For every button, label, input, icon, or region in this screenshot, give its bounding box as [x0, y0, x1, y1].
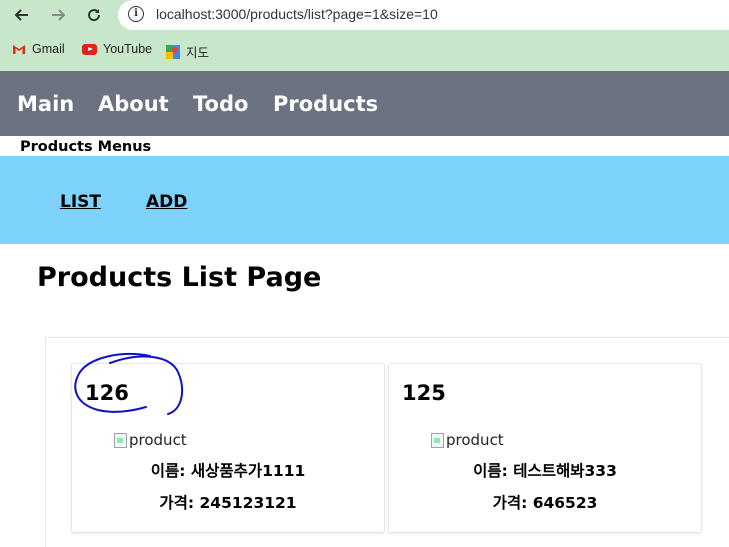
bookmark-label: 지도: [186, 46, 210, 60]
bookmark-label: YouTube: [103, 42, 153, 56]
main-nav: Main About Todo Products: [0, 71, 729, 136]
content-area: Products List Page 126 product 이름: 새상품추가…: [20, 244, 729, 547]
product-card[interactable]: 125 product 이름: 테스트해봐333 가격: 646523: [388, 363, 702, 533]
nav-main-link[interactable]: Main: [17, 92, 74, 116]
products-menus-heading: Products Menus: [20, 139, 152, 155]
forward-arrow-icon[interactable]: [46, 3, 70, 27]
product-price: 가격: 646523: [492, 494, 598, 512]
product-image: product: [431, 431, 504, 449]
product-image: product: [114, 431, 187, 449]
maps-icon: [166, 44, 180, 59]
back-arrow-icon[interactable]: [10, 3, 34, 27]
list-link[interactable]: LIST: [60, 192, 101, 212]
product-price: 가격: 245123121: [159, 494, 297, 512]
product-number: 125: [402, 381, 446, 405]
youtube-icon: [82, 43, 97, 55]
nav-about-link[interactable]: About: [98, 92, 169, 116]
bookmark-maps[interactable]: 지도: [166, 42, 209, 61]
image-alt-text: product: [446, 431, 504, 449]
bookmark-youtube[interactable]: YouTube: [82, 42, 152, 56]
gmail-icon: [12, 44, 26, 55]
bookmark-gmail[interactable]: Gmail: [12, 42, 65, 56]
product-card[interactable]: 126 product 이름: 새상품추가1111 가격: 245123121: [71, 363, 385, 533]
add-link[interactable]: ADD: [146, 192, 187, 212]
nav-products-link[interactable]: Products: [273, 92, 378, 116]
site-info-icon[interactable]: i: [128, 6, 144, 22]
reload-icon[interactable]: [82, 3, 106, 27]
product-name: 이름: 테스트해봐333: [473, 462, 617, 480]
broken-image-icon: [431, 432, 444, 448]
url-text[interactable]: localhost:3000/products/list?page=1&size…: [156, 6, 438, 22]
browser-toolbar: i localhost:3000/products/list?page=1&si…: [0, 0, 729, 31]
product-name: 이름: 새상품추가1111: [150, 462, 306, 480]
bookmarks-bar: Gmail YouTube 지도: [0, 31, 729, 71]
page-title: Products List Page: [37, 262, 322, 293]
broken-image-icon: [114, 432, 127, 448]
nav-todo-link[interactable]: Todo: [193, 92, 248, 116]
bookmark-label: Gmail: [32, 42, 65, 56]
product-number: 126: [85, 381, 129, 405]
products-submenu: LIST ADD: [0, 156, 729, 244]
image-alt-text: product: [129, 431, 187, 449]
address-bar[interactable]: i localhost:3000/products/list?page=1&si…: [118, 0, 729, 30]
